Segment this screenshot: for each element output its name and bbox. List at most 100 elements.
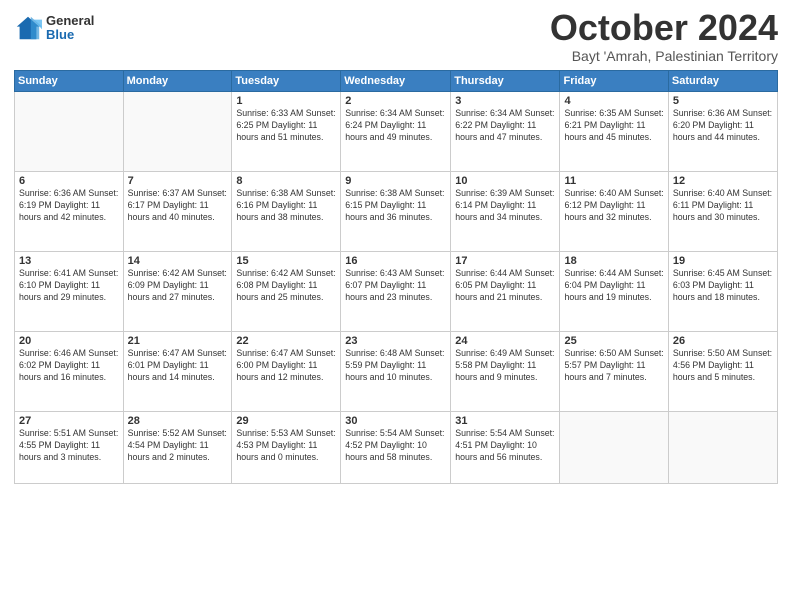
week-row-3: 20Sunrise: 6:46 AM Sunset: 6:02 PM Dayli…: [15, 332, 778, 412]
day-number: 23: [345, 335, 446, 347]
week-row-4: 27Sunrise: 5:51 AM Sunset: 4:55 PM Dayli…: [15, 412, 778, 484]
header-thursday: Thursday: [451, 71, 560, 92]
day-number: 11: [564, 175, 663, 187]
day-number: 5: [673, 95, 773, 107]
day-info: Sunrise: 6:34 AM Sunset: 6:24 PM Dayligh…: [345, 108, 446, 144]
day-info: Sunrise: 5:50 AM Sunset: 4:56 PM Dayligh…: [673, 348, 773, 384]
day-info: Sunrise: 6:47 AM Sunset: 6:00 PM Dayligh…: [236, 348, 336, 384]
day-info: Sunrise: 5:54 AM Sunset: 4:52 PM Dayligh…: [345, 428, 446, 464]
table-row: 18Sunrise: 6:44 AM Sunset: 6:04 PM Dayli…: [560, 252, 668, 332]
title-area: October 2024 Bayt 'Amrah, Palestinian Te…: [550, 10, 778, 64]
week-row-2: 13Sunrise: 6:41 AM Sunset: 6:10 PM Dayli…: [15, 252, 778, 332]
week-row-1: 6Sunrise: 6:36 AM Sunset: 6:19 PM Daylig…: [15, 172, 778, 252]
table-row: [560, 412, 668, 484]
page-header: General Blue October 2024 Bayt 'Amrah, P…: [14, 10, 778, 64]
table-row: [15, 92, 124, 172]
table-row: 27Sunrise: 5:51 AM Sunset: 4:55 PM Dayli…: [15, 412, 124, 484]
table-row: 31Sunrise: 5:54 AM Sunset: 4:51 PM Dayli…: [451, 412, 560, 484]
day-number: 31: [455, 415, 555, 427]
table-row: 9Sunrise: 6:38 AM Sunset: 6:15 PM Daylig…: [341, 172, 451, 252]
table-row: 16Sunrise: 6:43 AM Sunset: 6:07 PM Dayli…: [341, 252, 451, 332]
day-info: Sunrise: 6:44 AM Sunset: 6:05 PM Dayligh…: [455, 268, 555, 304]
table-row: 4Sunrise: 6:35 AM Sunset: 6:21 PM Daylig…: [560, 92, 668, 172]
day-number: 22: [236, 335, 336, 347]
day-info: Sunrise: 6:40 AM Sunset: 6:11 PM Dayligh…: [673, 188, 773, 224]
day-number: 15: [236, 255, 336, 267]
day-info: Sunrise: 6:35 AM Sunset: 6:21 PM Dayligh…: [564, 108, 663, 144]
day-number: 18: [564, 255, 663, 267]
day-info: Sunrise: 5:51 AM Sunset: 4:55 PM Dayligh…: [19, 428, 119, 464]
logo-icon: [14, 14, 42, 42]
calendar-table: Sunday Monday Tuesday Wednesday Thursday…: [14, 70, 778, 484]
day-info: Sunrise: 6:37 AM Sunset: 6:17 PM Dayligh…: [128, 188, 228, 224]
day-info: Sunrise: 6:49 AM Sunset: 5:58 PM Dayligh…: [455, 348, 555, 384]
table-row: [668, 412, 777, 484]
table-row: 13Sunrise: 6:41 AM Sunset: 6:10 PM Dayli…: [15, 252, 124, 332]
day-info: Sunrise: 6:40 AM Sunset: 6:12 PM Dayligh…: [564, 188, 663, 224]
table-row: 30Sunrise: 5:54 AM Sunset: 4:52 PM Dayli…: [341, 412, 451, 484]
day-number: 13: [19, 255, 119, 267]
table-row: 28Sunrise: 5:52 AM Sunset: 4:54 PM Dayli…: [123, 412, 232, 484]
week-row-0: 1Sunrise: 6:33 AM Sunset: 6:25 PM Daylig…: [15, 92, 778, 172]
day-number: 12: [673, 175, 773, 187]
day-info: Sunrise: 6:36 AM Sunset: 6:20 PM Dayligh…: [673, 108, 773, 144]
table-row: 29Sunrise: 5:53 AM Sunset: 4:53 PM Dayli…: [232, 412, 341, 484]
day-number: 19: [673, 255, 773, 267]
day-info: Sunrise: 6:34 AM Sunset: 6:22 PM Dayligh…: [455, 108, 555, 144]
table-row: 15Sunrise: 6:42 AM Sunset: 6:08 PM Dayli…: [232, 252, 341, 332]
day-number: 10: [455, 175, 555, 187]
weekday-header-row: Sunday Monday Tuesday Wednesday Thursday…: [15, 71, 778, 92]
day-info: Sunrise: 6:45 AM Sunset: 6:03 PM Dayligh…: [673, 268, 773, 304]
day-info: Sunrise: 5:53 AM Sunset: 4:53 PM Dayligh…: [236, 428, 336, 464]
table-row: 5Sunrise: 6:36 AM Sunset: 6:20 PM Daylig…: [668, 92, 777, 172]
day-info: Sunrise: 6:42 AM Sunset: 6:09 PM Dayligh…: [128, 268, 228, 304]
table-row: 20Sunrise: 6:46 AM Sunset: 6:02 PM Dayli…: [15, 332, 124, 412]
day-number: 4: [564, 95, 663, 107]
table-row: 24Sunrise: 6:49 AM Sunset: 5:58 PM Dayli…: [451, 332, 560, 412]
day-number: 27: [19, 415, 119, 427]
day-number: 21: [128, 335, 228, 347]
day-info: Sunrise: 6:33 AM Sunset: 6:25 PM Dayligh…: [236, 108, 336, 144]
table-row: 12Sunrise: 6:40 AM Sunset: 6:11 PM Dayli…: [668, 172, 777, 252]
day-number: 1: [236, 95, 336, 107]
day-number: 17: [455, 255, 555, 267]
table-row: 11Sunrise: 6:40 AM Sunset: 6:12 PM Dayli…: [560, 172, 668, 252]
header-saturday: Saturday: [668, 71, 777, 92]
month-title: October 2024: [550, 10, 778, 46]
day-info: Sunrise: 5:52 AM Sunset: 4:54 PM Dayligh…: [128, 428, 228, 464]
day-info: Sunrise: 6:41 AM Sunset: 6:10 PM Dayligh…: [19, 268, 119, 304]
day-info: Sunrise: 6:36 AM Sunset: 6:19 PM Dayligh…: [19, 188, 119, 224]
table-row: 6Sunrise: 6:36 AM Sunset: 6:19 PM Daylig…: [15, 172, 124, 252]
day-number: 20: [19, 335, 119, 347]
day-number: 25: [564, 335, 663, 347]
day-number: 2: [345, 95, 446, 107]
day-number: 28: [128, 415, 228, 427]
logo-blue-text: Blue: [46, 28, 94, 42]
table-row: 21Sunrise: 6:47 AM Sunset: 6:01 PM Dayli…: [123, 332, 232, 412]
day-number: 30: [345, 415, 446, 427]
day-number: 3: [455, 95, 555, 107]
day-number: 7: [128, 175, 228, 187]
header-sunday: Sunday: [15, 71, 124, 92]
table-row: 25Sunrise: 6:50 AM Sunset: 5:57 PM Dayli…: [560, 332, 668, 412]
day-info: Sunrise: 6:46 AM Sunset: 6:02 PM Dayligh…: [19, 348, 119, 384]
day-info: Sunrise: 6:42 AM Sunset: 6:08 PM Dayligh…: [236, 268, 336, 304]
day-info: Sunrise: 6:50 AM Sunset: 5:57 PM Dayligh…: [564, 348, 663, 384]
header-tuesday: Tuesday: [232, 71, 341, 92]
logo-text: General Blue: [46, 14, 94, 43]
day-number: 24: [455, 335, 555, 347]
day-info: Sunrise: 6:43 AM Sunset: 6:07 PM Dayligh…: [345, 268, 446, 304]
day-info: Sunrise: 6:38 AM Sunset: 6:15 PM Dayligh…: [345, 188, 446, 224]
table-row: 26Sunrise: 5:50 AM Sunset: 4:56 PM Dayli…: [668, 332, 777, 412]
day-info: Sunrise: 5:54 AM Sunset: 4:51 PM Dayligh…: [455, 428, 555, 464]
table-row: 8Sunrise: 6:38 AM Sunset: 6:16 PM Daylig…: [232, 172, 341, 252]
day-info: Sunrise: 6:44 AM Sunset: 6:04 PM Dayligh…: [564, 268, 663, 304]
day-info: Sunrise: 6:48 AM Sunset: 5:59 PM Dayligh…: [345, 348, 446, 384]
table-row: 3Sunrise: 6:34 AM Sunset: 6:22 PM Daylig…: [451, 92, 560, 172]
location-subtitle: Bayt 'Amrah, Palestinian Territory: [550, 48, 778, 64]
table-row: 23Sunrise: 6:48 AM Sunset: 5:59 PM Dayli…: [341, 332, 451, 412]
header-friday: Friday: [560, 71, 668, 92]
table-row: 2Sunrise: 6:34 AM Sunset: 6:24 PM Daylig…: [341, 92, 451, 172]
table-row: 22Sunrise: 6:47 AM Sunset: 6:00 PM Dayli…: [232, 332, 341, 412]
day-number: 16: [345, 255, 446, 267]
